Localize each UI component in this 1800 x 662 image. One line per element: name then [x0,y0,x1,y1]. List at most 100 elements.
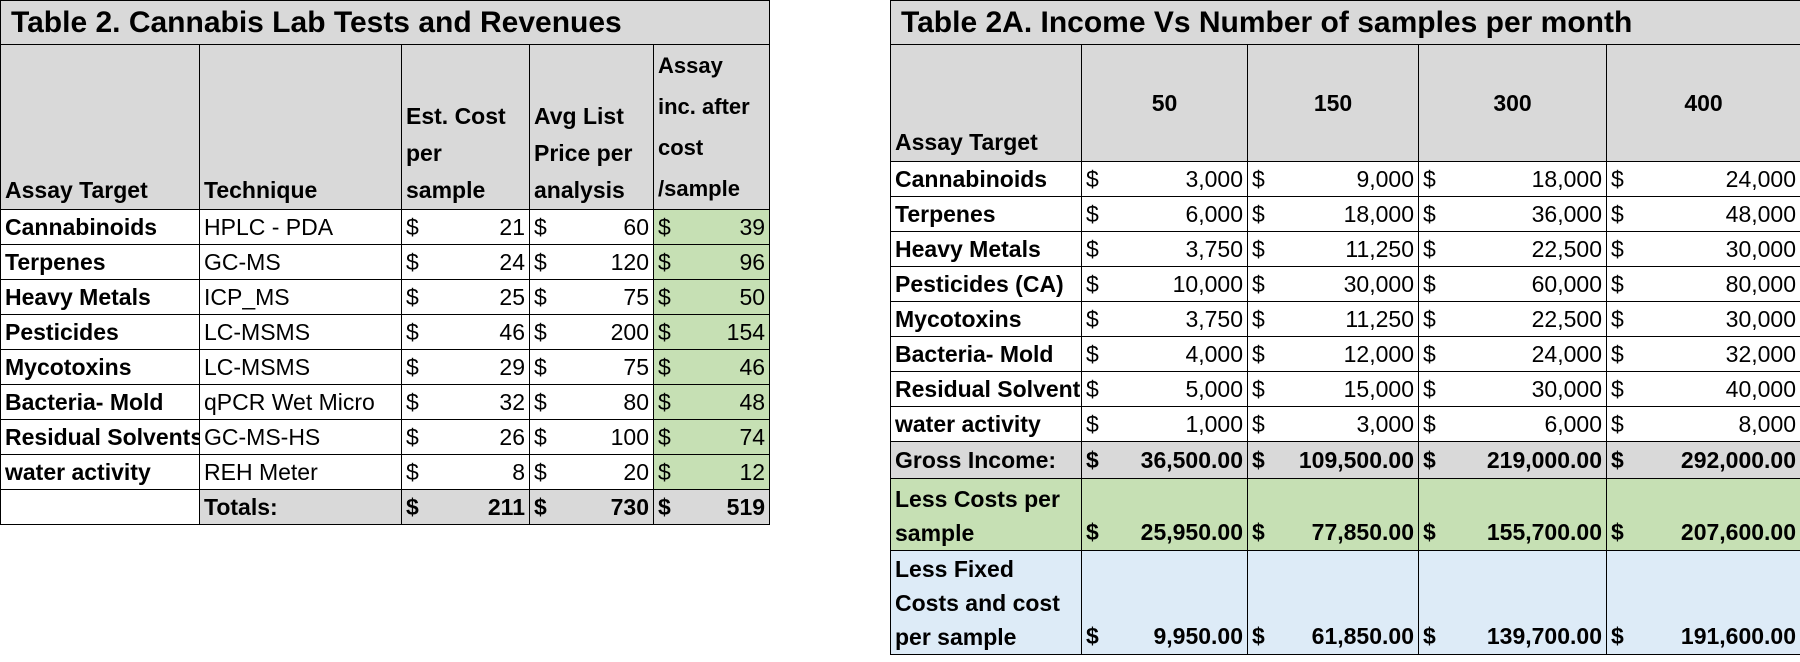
header-est-cost: Est. Cost per sample [401,44,530,210]
header-samples-300: 300 [1418,44,1607,162]
technique-cell: LC-MSMS [199,314,402,350]
income-cell-50: $3,000 [1081,161,1248,197]
income-cell-400: $48,000 [1605,196,1800,232]
income-cell-300: $24,000 [1418,336,1607,372]
income-cell-50: $1,000 [1081,406,1248,442]
assay-target-cell: Terpenes [0,244,200,280]
assay-target-cell: Heavy Metals [890,231,1082,267]
technique-cell: ICP_MS [199,279,402,315]
less-costs-400: $207,600.00 [1605,478,1800,551]
less-fixed-costs-label: Less Fixed Costs and cost per sample [890,550,1082,655]
est-cost-cell: $21 [401,209,530,245]
income-cell-150: $9,000 [1247,161,1419,197]
income-cell-300: $18,000 [1418,161,1607,197]
income-cell-400: $30,000 [1605,231,1800,267]
est-cost-cell: $32 [401,384,530,420]
less-fixed-costs-300: $139,700.00 [1418,550,1607,655]
technique-cell: HPLC - PDA [199,209,402,245]
gross-income-150: $109,500.00 [1247,441,1419,479]
assay-target-cell: Mycotoxins [890,301,1082,337]
avg-price-cell: $60 [529,209,654,245]
technique-cell: REH Meter [199,454,402,490]
table-row: Terpenes $6,000 $18,000 $36,000 $48,000 [890,196,1800,232]
income-cell-150: $30,000 [1247,266,1419,302]
assay-target-cell: Residual Solvents [890,371,1082,407]
gross-income-300: $219,000.00 [1418,441,1607,479]
assay-target-cell: Residual Solvents [0,419,200,455]
avg-price-cell: $120 [529,244,654,280]
table-row: Residual Solvents GC-MS-HS $26 $100 $74 [0,419,771,455]
assay-income-cell: $74 [652,419,771,455]
less-costs-label: Less Costs per sample [890,478,1082,551]
header-samples-150: 150 [1247,44,1419,162]
assay-target-cell: Terpenes [890,196,1082,232]
table-row: water activity REH Meter $8 $20 $12 [0,454,771,490]
table-row: Mycotoxins $3,750 $11,250 $22,500 $30,000 [890,301,1800,337]
est-cost-cell: $25 [401,279,530,315]
avg-price-cell: $80 [529,384,654,420]
avg-price-cell: $20 [529,454,654,490]
table-2-title: Table 2. Cannabis Lab Tests and Revenues [0,0,771,45]
table-row: water activity $1,000 $3,000 $6,000 $8,000 [890,406,1800,442]
income-cell-50: $3,750 [1081,301,1248,337]
avg-price-cell: $100 [529,419,654,455]
table-row: Residual Solvents $5,000 $15,000 $30,000 $40… [890,371,1800,407]
header-technique: Technique [199,44,402,210]
est-cost-cell: $26 [401,419,530,455]
assay-target-cell: water activity [0,454,200,490]
table-2a-title: Table 2A. Income Vs Number of samples pe… [889,0,1800,45]
header-samples-50: 50 [1081,44,1248,162]
totals-income: $519 [652,489,771,525]
income-cell-50: $5,000 [1081,371,1248,407]
income-cell-300: $22,500 [1418,231,1607,267]
totals-price: $730 [529,489,654,525]
assay-target-cell: Pesticides [0,314,200,350]
income-cell-400: $24,000 [1605,161,1800,197]
header-assay-income: Assay inc. after cost /sample [652,44,771,210]
assay-income-cell: $48 [652,384,771,420]
assay-target-cell: Bacteria- Mold [890,336,1082,372]
assay-target-cell: Cannabinoids [0,209,200,245]
income-cell-50: $4,000 [1081,336,1248,372]
income-cell-300: $6,000 [1418,406,1607,442]
income-cell-400: $30,000 [1605,301,1800,337]
totals-empty-cell [0,489,200,525]
table-row: Bacteria- Mold $4,000 $12,000 $24,000 $32,00… [890,336,1800,372]
table-row: Bacteria- Mold qPCR Wet Micro $32 $80 $48 [0,384,771,420]
table-2-cannabis-lab-tests: Table 2. Cannabis Lab Tests and Revenues… [0,0,771,525]
technique-cell: qPCR Wet Micro [199,384,402,420]
less-fixed-costs-150: $61,850.00 [1247,550,1419,655]
income-cell-50: $6,000 [1081,196,1248,232]
table-row: Cannabinoids $3,000 $9,000 $18,000 $24,000 [890,161,1800,197]
est-cost-cell: $46 [401,314,530,350]
less-fixed-costs-400: $191,600.00 [1605,550,1800,655]
table-row: Heavy Metals ICP_MS $25 $75 $50 [0,279,771,315]
income-cell-300: $36,000 [1418,196,1607,232]
less-fixed-costs-50: $9,950.00 [1081,550,1248,655]
income-cell-150: $15,000 [1247,371,1419,407]
income-cell-300: $30,000 [1418,371,1607,407]
table-row: Cannabinoids HPLC - PDA $21 $60 $39 [0,209,771,245]
assay-target-cell: Mycotoxins [0,349,200,385]
income-cell-400: $40,000 [1605,371,1800,407]
income-cell-400: $80,000 [1605,266,1800,302]
table-row: Mycotoxins LC-MSMS $29 $75 $46 [0,349,771,385]
income-cell-150: $18,000 [1247,196,1419,232]
assay-income-cell: $46 [652,349,771,385]
income-cell-300: $60,000 [1418,266,1607,302]
table-row: Terpenes GC-MS $24 $120 $96 [0,244,771,280]
income-cell-400: $32,000 [1605,336,1800,372]
table-row: Pesticides (CA) $10,000 $30,000 $60,000 $80,… [890,266,1800,302]
gross-income-label: Gross Income: [890,441,1082,479]
header-assay-target: Assay Target [0,44,200,210]
assay-income-cell: $154 [652,314,771,350]
income-cell-150: $3,000 [1247,406,1419,442]
income-cell-400: $8,000 [1605,406,1800,442]
technique-cell: GC-MS [199,244,402,280]
assay-income-cell: $96 [652,244,771,280]
totals-cost: $211 [401,489,530,525]
assay-target-cell: Cannabinoids [890,161,1082,197]
income-cell-50: $3,750 [1081,231,1248,267]
assay-target-cell: Bacteria- Mold [0,384,200,420]
header-samples-400: 400 [1605,44,1800,162]
